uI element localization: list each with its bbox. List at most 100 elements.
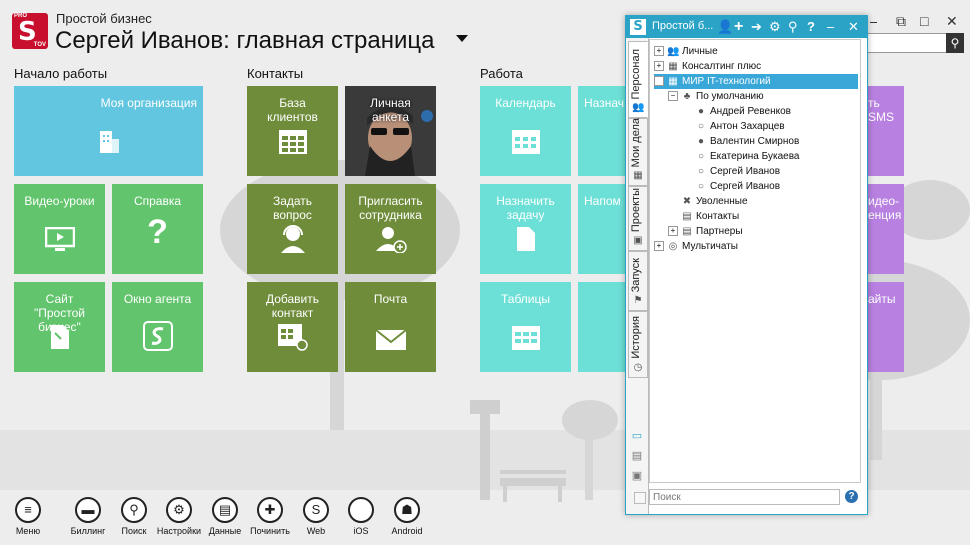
- tab-projects[interactable]: Проекты ▣: [628, 186, 648, 251]
- dock-button-2[interactable]: ⚲: [121, 497, 147, 523]
- tree-node[interactable]: + ◎ Мультичаты: [654, 239, 738, 254]
- tree-node[interactable]: ● Валентин Смирнов: [682, 134, 799, 149]
- tree-node[interactable]: ○ Антон Захарцев: [682, 119, 785, 134]
- tab-launch[interactable]: Запуск ⚑: [628, 251, 648, 311]
- tab-history[interactable]: История ◷: [628, 311, 648, 378]
- tab-label: Персонал: [630, 48, 642, 100]
- tile-client-base[interactable]: База клиентов: [247, 86, 338, 176]
- tree-node[interactable]: + ▦ Консалтинг плюс: [654, 59, 761, 74]
- tile-send-sms[interactable]: ть SMS: [866, 86, 904, 176]
- minimize-icon[interactable]: ⎯: [870, 13, 877, 30]
- group-title-work: Работа: [480, 66, 523, 81]
- tile-label: Видео-уроки: [24, 194, 95, 208]
- tile-site[interactable]: Сайт "Простой бизнес": [14, 282, 105, 372]
- tree-node[interactable]: + ▤ Партнеры: [668, 224, 743, 239]
- expand-toggle-icon[interactable]: +: [654, 46, 664, 57]
- monitor-icon[interactable]: ▭: [631, 430, 643, 442]
- tile-help[interactable]: Справка ?: [112, 184, 203, 274]
- page-title[interactable]: Сергей Иванов: главная страница: [55, 27, 434, 55]
- title-dropdown-icon[interactable]: [456, 35, 468, 42]
- help-icon[interactable]: ?: [807, 18, 815, 36]
- tab-label: Проекты: [630, 187, 642, 232]
- tile-sites[interactable]: айты: [866, 282, 904, 372]
- tree-node[interactable]: ○ Екатерина Букаева: [682, 149, 800, 164]
- tree-node[interactable]: ✖ Уволенные: [668, 194, 748, 209]
- dock-button-7[interactable]: [348, 497, 374, 523]
- node-label: Екатерина Букаева: [710, 151, 800, 162]
- dock-button-0[interactable]: ≡: [15, 497, 41, 523]
- tile-calendar[interactable]: Календарь: [480, 86, 571, 176]
- tree-node[interactable]: ▤ Контакты: [668, 209, 739, 224]
- tile-agent-window[interactable]: Окно агента: [112, 282, 203, 372]
- tree-node[interactable]: ○ Сергей Иванов: [682, 164, 780, 179]
- tile-label: айты: [868, 292, 896, 306]
- calculator-icon[interactable]: ▤: [631, 450, 643, 462]
- node-icon: ◎: [668, 241, 678, 252]
- tree-node[interactable]: + 👥 Личные: [654, 44, 718, 59]
- help-icon[interactable]: ?: [845, 490, 858, 503]
- tab-label: Мои дела: [630, 117, 642, 167]
- tile-mail[interactable]: Почта: [345, 282, 436, 372]
- staff-tree[interactable]: + 👥 Личные + ▦ Консалтинг плюс − ▦ МИР IT-технол…: [649, 39, 861, 483]
- expand-toggle-icon[interactable]: +: [654, 61, 664, 72]
- tile-ask-question[interactable]: Задать вопрос: [247, 184, 338, 274]
- node-icon: ▤: [682, 211, 692, 222]
- minimize-icon[interactable]: –: [827, 18, 834, 36]
- gear-icon[interactable]: ⚙: [769, 18, 781, 36]
- expand-toggle-icon[interactable]: −: [654, 76, 664, 87]
- tree-node[interactable]: ○ Сергей Иванов: [682, 179, 780, 194]
- search-input[interactable]: [866, 33, 948, 53]
- maximize-icon[interactable]: □: [920, 13, 928, 29]
- tile-label: Таблицы: [500, 292, 550, 306]
- arrow-right-icon[interactable]: ➔: [751, 18, 762, 36]
- user-icon[interactable]: 👤: [717, 18, 733, 36]
- node-icon: ○: [697, 166, 705, 177]
- dock-button-3[interactable]: ⚙: [166, 497, 192, 523]
- tile-label: Календарь: [495, 96, 556, 110]
- close-icon[interactable]: ✕: [946, 13, 958, 30]
- node-label: МИР IT-технологий: [682, 76, 771, 87]
- search-icon[interactable]: ⚲: [788, 18, 798, 36]
- filter-checkbox[interactable]: [634, 492, 646, 504]
- node-label: По умолчанию: [696, 91, 764, 102]
- node-label: Контакты: [696, 211, 740, 222]
- tile-assign-task[interactable]: Назначить задачу: [480, 184, 571, 274]
- tile-invite-employee[interactable]: Пригласить сотрудника: [345, 184, 436, 274]
- save-icon[interactable]: ▣: [631, 470, 643, 482]
- people-icon: 👥: [632, 102, 645, 113]
- dock-button-1[interactable]: ▬: [75, 497, 101, 523]
- tile-video-conference[interactable]: идео- енция: [866, 184, 904, 274]
- table-icon: [247, 129, 338, 158]
- dock-button-6[interactable]: S: [303, 497, 329, 523]
- add-icon[interactable]: +: [734, 18, 743, 36]
- tile-tables[interactable]: Таблицы: [480, 282, 571, 372]
- agent-s-icon: [112, 321, 203, 354]
- tab-staff[interactable]: Персонал 👥: [628, 41, 648, 118]
- tile-label: База клиентов: [267, 96, 318, 124]
- restore-icon[interactable]: ⧉: [896, 13, 906, 30]
- tile-video-lessons[interactable]: Видео-уроки: [14, 184, 105, 274]
- tree-node[interactable]: − ▦ МИР IT-технологий: [654, 74, 858, 89]
- tile-profile[interactable]: Личная анкета: [345, 86, 436, 176]
- tree-node[interactable]: ● Андрей Ревенков: [682, 104, 791, 119]
- panel-search-input[interactable]: Поиск: [649, 489, 840, 505]
- node-icon: ●: [697, 106, 705, 117]
- close-icon[interactable]: ✕: [848, 18, 859, 36]
- dock-button-4[interactable]: ▤: [212, 497, 238, 523]
- tree-node[interactable]: − ♣ По умолчанию: [668, 89, 764, 104]
- expand-toggle-icon[interactable]: +: [654, 241, 664, 252]
- tile-add-contact[interactable]: Добавить контакт: [247, 282, 338, 372]
- search-icon[interactable]: ⚲: [946, 33, 964, 53]
- tile-label: Справка: [133, 194, 182, 208]
- tile-label: Окно агента: [123, 292, 192, 306]
- dock-button-5[interactable]: ✚: [257, 497, 283, 523]
- dock-button-8[interactable]: ☗: [394, 497, 420, 523]
- tab-label: Запуск: [630, 257, 642, 292]
- tile-my-organization[interactable]: Моя организация: [14, 86, 203, 176]
- node-icon: ♣: [683, 91, 691, 102]
- tab-my-tasks[interactable]: Мои дела ▦: [628, 118, 648, 186]
- expand-toggle-icon[interactable]: −: [668, 91, 678, 102]
- panel-titlebar: S Простой б... 👤 + ➔ ⚙ ⚲ ? – ✕: [626, 16, 867, 38]
- expand-toggle-icon[interactable]: +: [668, 226, 678, 237]
- tile-label: Пригласить сотрудника: [358, 194, 423, 222]
